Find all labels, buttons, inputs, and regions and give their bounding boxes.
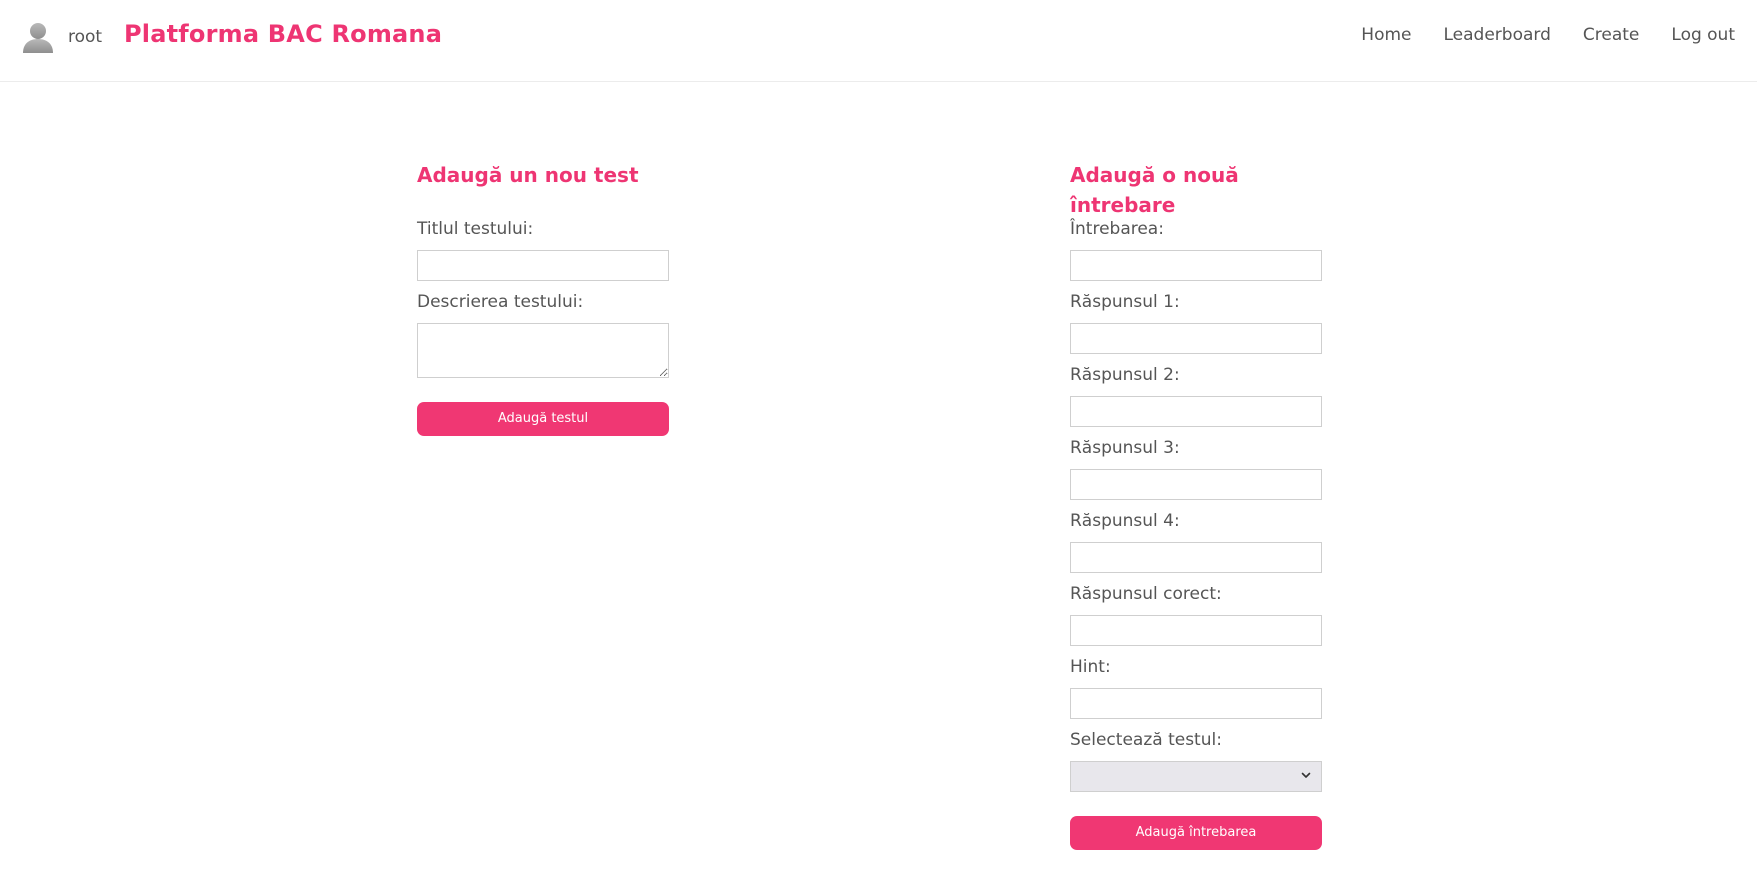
test-description-textarea[interactable] — [417, 323, 669, 378]
answer1-label: Răspunsul 1: — [1070, 292, 1180, 312]
add-test-title: Adaugă un nou test — [417, 163, 639, 187]
hint-label: Hint: — [1070, 657, 1111, 677]
question-label: Întrebarea: — [1070, 219, 1164, 239]
nav-leaderboard[interactable]: Leaderboard — [1444, 25, 1551, 45]
question-input[interactable] — [1070, 250, 1322, 281]
nav-home[interactable]: Home — [1361, 25, 1411, 45]
select-test-dropdown[interactable] — [1070, 761, 1322, 792]
answer1-input[interactable] — [1070, 323, 1322, 354]
answer3-input[interactable] — [1070, 469, 1322, 500]
answer3-label: Răspunsul 3: — [1070, 438, 1180, 458]
brand-link[interactable]: Platforma BAC Romana — [124, 20, 442, 48]
user-info: root — [22, 20, 102, 53]
hint-input[interactable] — [1070, 688, 1322, 719]
add-question-button[interactable]: Adaugă întrebarea — [1070, 816, 1322, 850]
test-title-input[interactable] — [417, 250, 669, 281]
answer4-input[interactable] — [1070, 542, 1322, 573]
add-test-form: Adaugă un nou test Titlul testului: Desc… — [417, 160, 669, 436]
nav-logout[interactable]: Log out — [1671, 25, 1735, 45]
main-nav: Home Leaderboard Create Log out — [1329, 25, 1735, 45]
correct-answer-input[interactable] — [1070, 615, 1322, 646]
chevron-down-icon — [1301, 772, 1311, 778]
test-title-label: Titlul testului: — [417, 219, 534, 239]
correct-answer-label: Răspunsul corect: — [1070, 584, 1222, 604]
user-avatar-icon — [23, 23, 53, 53]
nav-create[interactable]: Create — [1583, 25, 1640, 45]
answer2-label: Răspunsul 2: — [1070, 365, 1180, 385]
answer2-input[interactable] — [1070, 396, 1322, 427]
navbar: root Platforma BAC Romana Home Leaderboa… — [0, 0, 1757, 82]
test-description-label: Descrierea testului: — [417, 292, 584, 312]
add-test-button[interactable]: Adaugă testul — [417, 402, 669, 436]
select-test-label: Selectează testul: — [1070, 730, 1222, 750]
add-question-form: Adaugă o nouă întrebare Întrebarea: Răsp… — [1070, 160, 1322, 850]
answer4-label: Răspunsul 4: — [1070, 511, 1180, 531]
add-question-title: Adaugă o nouă întrebare — [1070, 163, 1239, 217]
username: root — [68, 26, 103, 47]
